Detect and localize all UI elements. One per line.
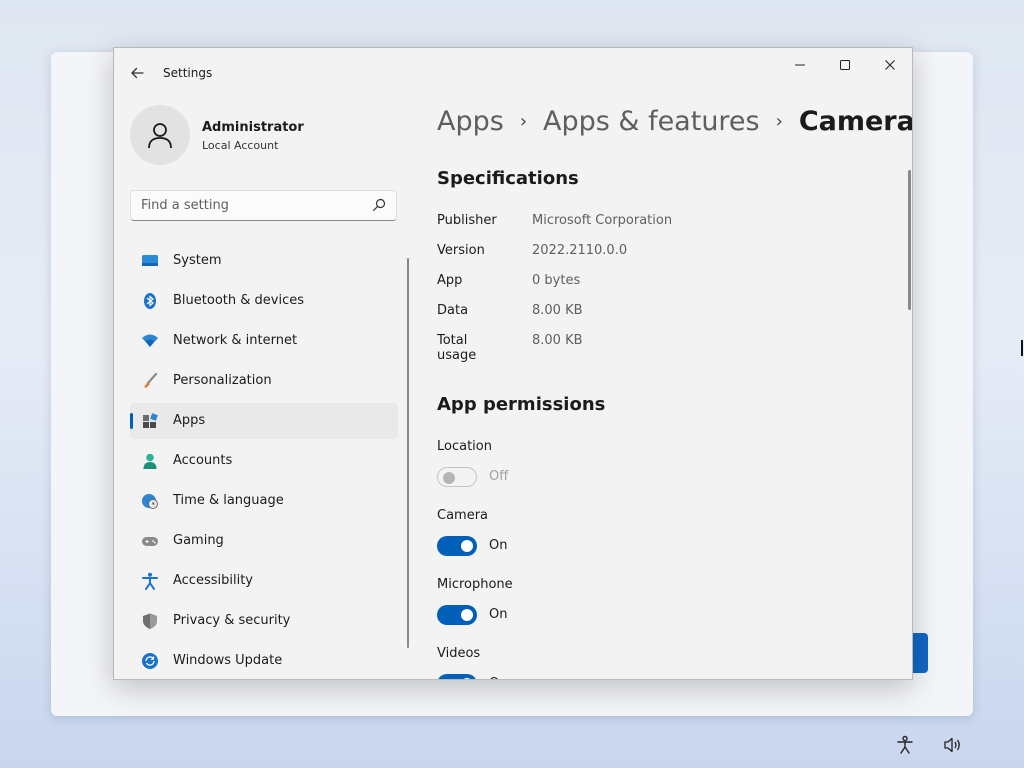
- shield-icon: [141, 612, 159, 630]
- text-cursor-icon: [1021, 340, 1023, 356]
- videos-toggle-row: On: [437, 674, 537, 679]
- sidebar-item-apps[interactable]: Apps: [130, 403, 398, 439]
- location-toggle-row: Off: [437, 467, 537, 487]
- update-icon: [141, 652, 159, 670]
- toggle-knob: [461, 678, 473, 679]
- camera-state: On: [489, 538, 508, 553]
- camera-toggle-row: On: [437, 536, 537, 556]
- sidebar-item-time-language[interactable]: Time & language: [130, 483, 398, 519]
- toggle-knob: [461, 609, 473, 621]
- monitor-icon: [141, 252, 159, 270]
- page-title: Camera: [798, 106, 913, 137]
- permission-label-microphone: Microphone: [437, 577, 513, 592]
- close-icon: [885, 60, 895, 70]
- camera-toggle[interactable]: [437, 536, 477, 556]
- location-state: Off: [489, 469, 509, 484]
- sidebar-item-gaming[interactable]: Gaming: [130, 523, 398, 559]
- accessibility-icon: [141, 572, 159, 590]
- sidebar-item-personalization[interactable]: Personalization: [130, 363, 398, 399]
- account-type: Local Account: [202, 139, 279, 152]
- maximize-button[interactable]: [822, 50, 868, 80]
- app-permissions-heading: App permissions: [437, 394, 606, 415]
- brush-icon: [141, 372, 159, 390]
- volume-tray-icon[interactable]: [941, 734, 963, 756]
- globe-clock-icon: [141, 492, 159, 510]
- breadcrumb-apps-features[interactable]: Apps & features: [543, 106, 760, 137]
- bluetooth-icon: [141, 292, 159, 310]
- apps-icon: [141, 412, 159, 430]
- back-arrow-icon: [131, 67, 144, 79]
- minimize-button[interactable]: [777, 50, 823, 80]
- breadcrumb: Apps › Apps & features › Camera: [437, 106, 913, 146]
- microphone-state: On: [489, 607, 508, 622]
- wifi-icon: [141, 332, 159, 350]
- title-bar: Settings: [114, 48, 912, 92]
- app-title: Settings: [163, 66, 213, 80]
- user-name: Administrator: [202, 120, 304, 135]
- minimize-icon: [795, 64, 805, 66]
- settings-window: Settings Administrator Local Account Sys…: [113, 47, 913, 680]
- close-button[interactable]: [867, 50, 912, 80]
- permission-label-location: Location: [437, 439, 492, 454]
- chevron-right-icon: ›: [775, 111, 783, 132]
- back-button[interactable]: [124, 60, 150, 86]
- sidebar-item-accounts[interactable]: Accounts: [130, 443, 398, 479]
- person-icon: [148, 123, 172, 149]
- breadcrumb-apps[interactable]: Apps: [437, 106, 504, 137]
- microphone-toggle-row: On: [437, 605, 537, 625]
- user-profile[interactable]: Administrator Local Account: [130, 105, 410, 167]
- person-icon: [141, 452, 159, 470]
- permission-label-videos: Videos: [437, 646, 481, 661]
- specifications-heading: Specifications: [437, 168, 579, 189]
- sidebar-nav: System Bluetooth & devices Network & int…: [130, 243, 398, 679]
- location-toggle[interactable]: [437, 467, 477, 487]
- microphone-toggle[interactable]: [437, 605, 477, 625]
- search-box[interactable]: [130, 190, 397, 221]
- maximize-icon: [840, 60, 850, 70]
- sidebar-item-windows-update[interactable]: Windows Update: [130, 643, 398, 679]
- toggle-knob: [443, 472, 455, 484]
- chevron-right-icon: ›: [519, 111, 528, 132]
- sidebar-scrollbar[interactable]: [407, 258, 409, 648]
- search-icon[interactable]: [372, 198, 386, 212]
- accessibility-tray-icon[interactable]: [894, 734, 916, 756]
- content-scrollbar[interactable]: [908, 170, 911, 310]
- search-input[interactable]: [131, 191, 361, 220]
- sidebar-item-network[interactable]: Network & internet: [130, 323, 398, 359]
- videos-state: On: [489, 676, 507, 679]
- sidebar-item-bluetooth[interactable]: Bluetooth & devices: [130, 283, 398, 319]
- sidebar-item-privacy[interactable]: Privacy & security: [130, 603, 398, 639]
- avatar: [130, 105, 190, 165]
- gamepad-icon: [141, 532, 159, 550]
- toggle-knob: [461, 540, 473, 552]
- sidebar-item-system[interactable]: System: [130, 243, 398, 279]
- permission-label-camera: Camera: [437, 508, 489, 523]
- sidebar-item-accessibility[interactable]: Accessibility: [130, 563, 398, 599]
- videos-toggle[interactable]: [437, 674, 477, 679]
